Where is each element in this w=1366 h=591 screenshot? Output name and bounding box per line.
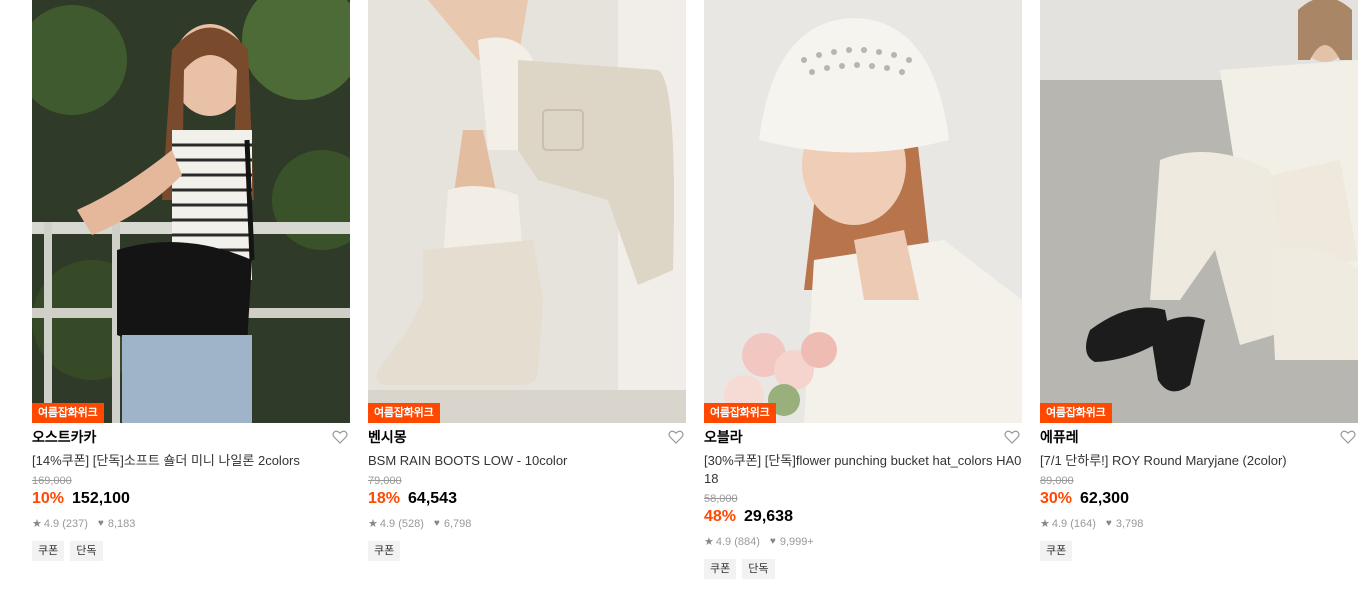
review-meta: ★ 4.9 (884) ♥ 9,999+ (704, 535, 1022, 549)
product-card[interactable]: 여름잡화위크 벤시몽 BSM RAIN BOOTS LOW - 10color … (368, 0, 686, 561)
star-icon: ★ (704, 536, 714, 548)
review-count: (528) (398, 518, 424, 530)
tag-list: 쿠폰 (1040, 541, 1358, 561)
sale-price: 64,543 (408, 490, 457, 507)
heart-icon: ♥ (769, 536, 776, 547)
like-count: 6,798 (443, 518, 472, 530)
sale-price: 29,638 (744, 508, 793, 525)
tag-coupon: 쿠폰 (704, 559, 737, 579)
tag-list: 쿠폰 (368, 541, 686, 561)
event-badge: 여름잡화위크 (368, 403, 440, 423)
product-title[interactable]: [30%쿠폰] [단독]flower punching bucket hat_c… (704, 452, 1022, 488)
price-row: 10% 152,100 (32, 489, 350, 509)
review-count: (237) (62, 518, 88, 530)
product-card[interactable]: 여름잡화위크 오스트카카 [14%쿠폰] [단독]소프트 숄더 미니 나일론 2… (32, 0, 350, 561)
star-icon: ★ (1040, 518, 1050, 530)
sale-price: 62,300 (1080, 490, 1129, 507)
heart-icon: ♥ (1105, 518, 1112, 529)
product-image[interactable]: 여름잡화위크 (32, 0, 350, 423)
brand-row: 벤시몽 (368, 425, 686, 449)
event-badge: 여름잡화위크 (1040, 403, 1112, 423)
event-badge: 여름잡화위크 (32, 403, 104, 423)
like-count: 8,183 (107, 518, 136, 530)
tag-coupon: 쿠폰 (1040, 541, 1073, 561)
brand-name[interactable]: 에퓨레 (1040, 425, 1358, 449)
review-meta: ★ 4.9 (528) ♥ 6,798 (368, 517, 686, 531)
original-price: 89,000 (1040, 475, 1074, 487)
review-count: (884) (734, 536, 760, 548)
discount-rate: 18% (368, 490, 401, 507)
product-photo-shoes (1040, 0, 1358, 423)
heart-icon: ♥ (433, 518, 440, 529)
original-price: 58,000 (704, 493, 738, 505)
review-meta: ★ 4.9 (164) ♥ 3,798 (1040, 517, 1358, 531)
product-photo-hat (704, 0, 1022, 423)
heart-outline-icon[interactable] (1004, 430, 1020, 444)
brand-row: 오스트카카 (32, 425, 350, 449)
brand-name[interactable]: 오블라 (704, 425, 1022, 449)
brand-row: 에퓨레 (1040, 425, 1358, 449)
product-photo-boots (368, 0, 686, 423)
like-count: 9,999+ (779, 536, 814, 548)
like-count: 3,798 (1115, 518, 1144, 530)
event-badge: 여름잡화위크 (704, 403, 776, 423)
original-price: 79,000 (368, 475, 402, 487)
brand-name[interactable]: 벤시몽 (368, 425, 686, 449)
heart-icon: ♥ (97, 518, 104, 529)
product-image[interactable]: 여름잡화위크 (704, 0, 1022, 423)
original-price: 169,000 (32, 475, 72, 487)
product-image[interactable]: 여름잡화위크 (1040, 0, 1358, 423)
rating-value: 4.9 (43, 518, 60, 530)
tag-list: 쿠폰 단독 (704, 559, 1022, 579)
product-grid: 여름잡화위크 오스트카카 [14%쿠폰] [단독]소프트 숄더 미니 나일론 2… (0, 0, 1366, 591)
price-row: 48% 29,638 (704, 507, 1022, 527)
discount-rate: 48% (704, 508, 737, 525)
rating-value: 4.9 (1051, 518, 1068, 530)
product-photo-bag (32, 0, 350, 423)
review-meta: ★ 4.9 (237) ♥ 8,183 (32, 517, 350, 531)
price-row: 18% 64,543 (368, 489, 686, 509)
tag-coupon: 쿠폰 (368, 541, 401, 561)
brand-row: 오블라 (704, 425, 1022, 449)
rating-value: 4.9 (715, 536, 732, 548)
tag-exclusive: 단독 (742, 559, 775, 579)
star-icon: ★ (32, 518, 42, 530)
star-icon: ★ (368, 518, 378, 530)
review-count: (164) (1070, 518, 1096, 530)
tag-list: 쿠폰 단독 (32, 541, 350, 561)
product-image[interactable]: 여름잡화위크 (368, 0, 686, 423)
rating-value: 4.9 (379, 518, 396, 530)
product-title[interactable]: BSM RAIN BOOTS LOW - 10color (368, 452, 686, 470)
heart-outline-icon[interactable] (668, 430, 684, 444)
product-title[interactable]: [7/1 단하루!] ROY Round Maryjane (2color) (1040, 452, 1358, 470)
heart-outline-icon[interactable] (332, 430, 348, 444)
heart-outline-icon[interactable] (1340, 430, 1356, 444)
product-card[interactable]: 여름잡화위크 에퓨레 [7/1 단하루!] ROY Round Maryjane… (1040, 0, 1358, 561)
price-row: 30% 62,300 (1040, 489, 1358, 509)
product-card[interactable]: 여름잡화위크 오블라 [30%쿠폰] [단독]flower punching b… (704, 0, 1022, 579)
discount-rate: 30% (1040, 490, 1073, 507)
tag-coupon: 쿠폰 (32, 541, 65, 561)
product-title[interactable]: [14%쿠폰] [단독]소프트 숄더 미니 나일론 2colors (32, 452, 350, 470)
tag-exclusive: 단독 (70, 541, 103, 561)
discount-rate: 10% (32, 490, 65, 507)
sale-price: 152,100 (72, 490, 130, 507)
brand-name[interactable]: 오스트카카 (32, 425, 350, 449)
